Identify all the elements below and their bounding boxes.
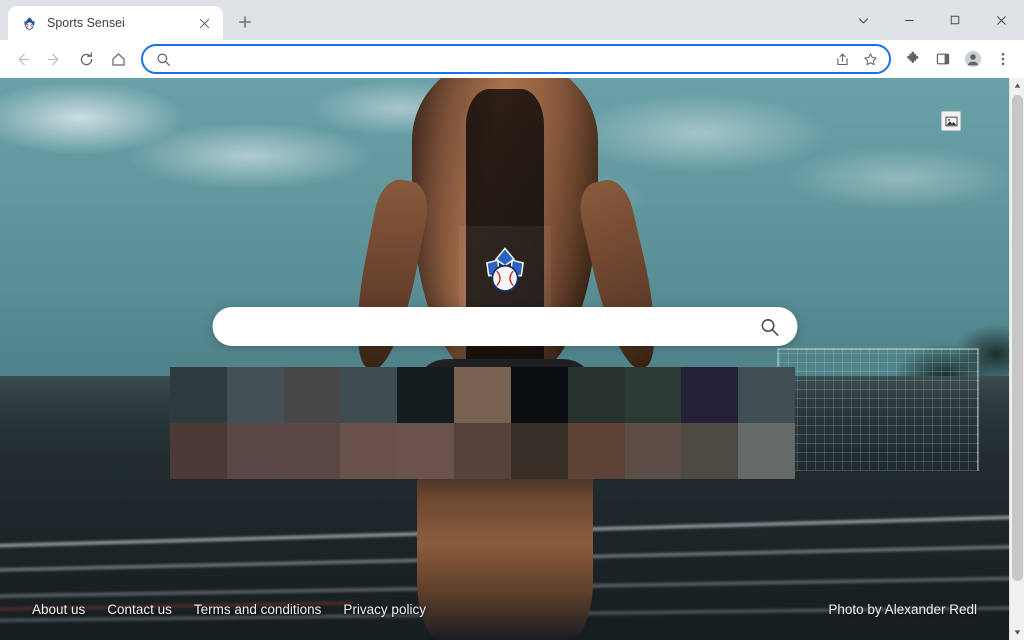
pixel-block — [738, 367, 795, 423]
page-footer: About us Contact us Terms and conditions Pr… — [0, 578, 1009, 640]
pixel-block — [340, 423, 398, 479]
puzzle-piece-icon[interactable] — [898, 44, 928, 74]
minimize-icon[interactable] — [886, 0, 932, 40]
pixel-block — [454, 423, 511, 479]
window-controls — [840, 0, 1024, 40]
footer-link[interactable]: Privacy policy — [343, 602, 426, 617]
scrollbar-thumb[interactable] — [1012, 95, 1023, 581]
web-page: About us Contact us Terms and conditions Pr… — [0, 78, 1009, 640]
pixel-block — [567, 423, 625, 479]
side-panel-icon[interactable] — [928, 44, 958, 74]
close-window-icon[interactable] — [978, 0, 1024, 40]
hero-background-photo — [0, 78, 1009, 640]
footer-link[interactable]: Contact us — [107, 602, 172, 617]
pixel-block — [624, 423, 682, 479]
footer-link-list: About us Contact us Terms and conditions Pr… — [32, 602, 426, 617]
maximize-icon[interactable] — [932, 0, 978, 40]
pixel-block — [454, 367, 511, 423]
pixel-block — [340, 367, 398, 423]
tab-title: Sports Sensei — [47, 16, 125, 30]
pixel-block — [283, 423, 341, 479]
reload-icon[interactable] — [70, 43, 102, 75]
search-icon — [156, 52, 172, 67]
browser-toolbar — [0, 40, 1024, 78]
address-bar-actions — [829, 46, 883, 72]
pixel-block — [397, 367, 455, 423]
close-icon[interactable] — [194, 13, 214, 33]
image-placeholder-icon — [941, 111, 961, 131]
pixel-block — [738, 423, 795, 479]
pixel-block — [170, 367, 227, 423]
home-icon[interactable] — [102, 43, 134, 75]
site-search-input[interactable] — [230, 318, 759, 335]
photo-credit: Photo by Alexander Redl — [828, 601, 977, 617]
pixel-block — [283, 367, 341, 423]
sports-sensei-favicon — [21, 15, 38, 32]
star-icon[interactable] — [857, 46, 883, 72]
page-scrollbar[interactable] — [1009, 78, 1024, 640]
profile-avatar-icon[interactable] — [958, 44, 988, 74]
pixel-block — [681, 367, 739, 423]
pixel-block — [624, 367, 682, 423]
new-tab-button[interactable] — [231, 8, 259, 36]
tab-search-chevron-down-icon[interactable] — [840, 0, 886, 40]
footer-link[interactable]: Terms and conditions — [194, 602, 322, 617]
sports-sensei-logo — [458, 226, 551, 318]
browser-tab[interactable]: Sports Sensei — [8, 6, 223, 40]
pixelated-content-block — [170, 367, 795, 479]
tab-strip: Sports Sensei — [0, 0, 1024, 40]
site-search-bar[interactable] — [212, 307, 797, 346]
goal-net — [776, 347, 979, 472]
search-icon[interactable] — [759, 317, 779, 337]
share-icon[interactable] — [829, 46, 855, 72]
scroll-down-arrow-icon[interactable] — [1010, 625, 1024, 640]
athlete-figure — [344, 78, 668, 640]
scroll-up-arrow-icon[interactable] — [1010, 78, 1024, 93]
pixel-block — [170, 423, 227, 479]
address-bar[interactable] — [141, 44, 891, 74]
pixel-block — [226, 423, 284, 479]
page-viewport: About us Contact us Terms and conditions Pr… — [0, 78, 1024, 640]
footer-link[interactable]: About us — [32, 602, 85, 617]
pixel-block — [397, 423, 455, 479]
pixel-block — [510, 367, 568, 423]
back-arrow-icon[interactable] — [6, 43, 38, 75]
three-dot-menu-icon[interactable] — [988, 44, 1018, 74]
browser-window: Sports Sensei About us Contact us Terms … — [0, 0, 1024, 640]
pixel-block — [510, 423, 568, 479]
pixel-block — [567, 367, 625, 423]
pixel-block — [226, 367, 284, 423]
address-bar-input[interactable] — [172, 51, 829, 67]
pixel-block — [681, 423, 739, 479]
forward-arrow-icon[interactable] — [38, 43, 70, 75]
